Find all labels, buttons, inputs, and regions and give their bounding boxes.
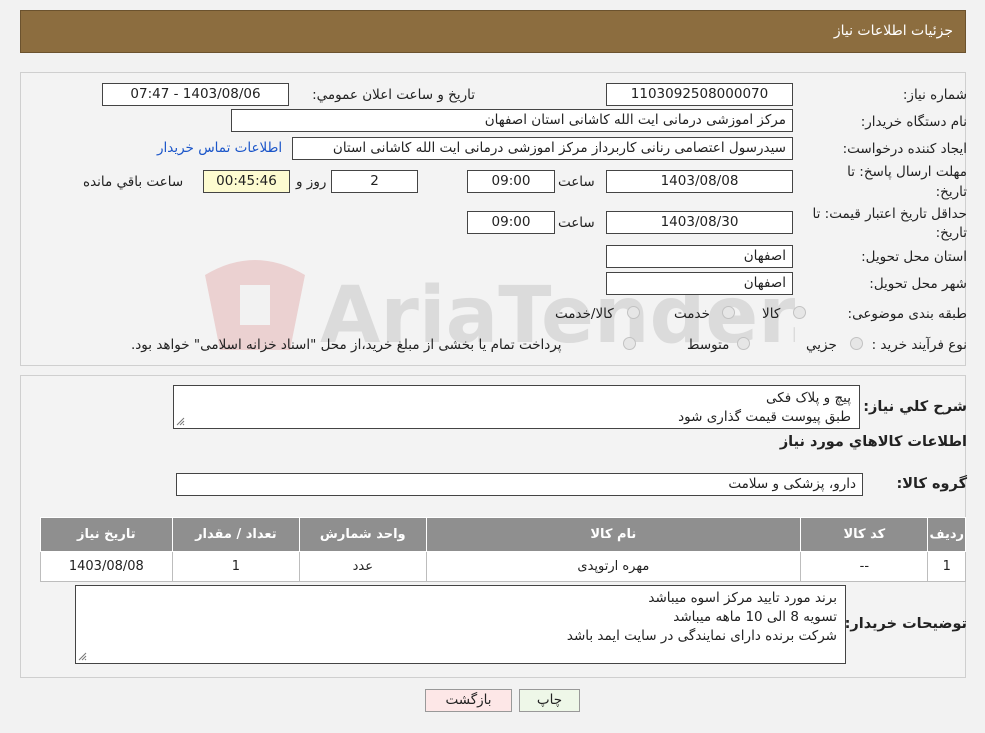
description-textarea[interactable]: پيچ و پلاک فکی طبق پیوست قیمت گذاری شود [173,385,860,429]
price-validity-label-2: تاريخ: [935,225,967,241]
reply-date-field: 1403/08/08 [606,170,793,193]
remaining-time-field: 00:45:46 [203,170,290,193]
goods-group-field: دارو، پزشکی و سلامت [176,473,863,496]
days-field: 2 [331,170,418,193]
resize-grip-icon[interactable] [78,652,87,661]
reply-time-label: ساعت [558,174,595,190]
buyer-notes-line-1: برند مورد تایید مرکز اسوه میباشد [648,590,837,606]
description-label: شرح كلي نياز: [863,399,967,415]
cell-unit: عدد [299,551,427,582]
creator-label: ايجاد کننده درخواست: [842,141,967,157]
price-time-label: ساعت [558,215,595,231]
description-line-1: پيچ و پلاک فکی [766,390,851,406]
reply-deadline-label: مهلت ارسال پاسخ: تا [847,164,967,180]
page-header: جزئیات اطلاعات نیاز [20,10,966,53]
category-radio-service[interactable] [722,306,735,319]
col-header-unit: واحد شمارش [299,517,427,552]
buyer-org-field: مرکز اموزشی درمانی ایت الله کاشانی استان… [231,109,793,132]
price-time-field: 09:00 [467,211,555,234]
treasury-docs-checkbox[interactable] [623,337,636,350]
announce-label: تاریخ و ساعت اعلان عمومي: [312,87,475,103]
days-label: روز و [296,174,327,190]
back-button[interactable]: بازگشت [425,689,512,712]
cell-goods-name: مهره ارتوپدی [425,551,802,582]
reply-time-field: 09:00 [467,170,555,193]
need-number-label: شماره نیاز: [902,87,967,103]
city-label: شهر محل تحويل: [869,276,967,292]
table-row: 1 -- مهره ارتوپدی عدد 1 1403/08/08 [40,551,966,582]
city-field: اصفهان [606,272,793,295]
province-field: اصفهان [606,245,793,268]
category-label: طبقه بندی موضوعی: [847,306,967,322]
category-radio-goods[interactable] [793,306,806,319]
process-label: نوع فرآيند خريد : [871,337,967,353]
creator-field: سیدرسول اعتصامی رنانی کاربرداز مرکز اموز… [292,137,793,160]
process-option-minor: جزيي [806,337,837,353]
col-header-quantity: تعداد / مقدار [171,517,301,552]
goods-group-label: گروه كالا: [896,476,967,492]
cell-row-number: 1 [927,551,966,582]
buyer-notes-line-2: تسویه 8 الی 10 ماهه میباشد [673,609,837,625]
process-note: پرداخت تمام يا بخشی از مبلغ خريد،از محل … [131,337,562,353]
goods-section-title: اطلاعات كالاهاي مورد نياز [779,434,967,450]
category-option-service: خدمت [674,306,710,322]
table-header-row: رديف كد كالا نام كالا واحد شمارش تعداد /… [40,517,966,552]
col-header-goods-name: نام كالا [425,517,802,552]
col-header-need-date: تاريخ نياز [40,517,173,552]
announce-datetime-field: 1403/08/06 - 07:47 [102,83,289,106]
process-radio-minor[interactable] [850,337,863,350]
need-number-field: 1103092508000070 [606,83,793,106]
process-radio-medium[interactable] [737,337,750,350]
buyer-notes-label: توضيحات خريدار: [844,616,967,632]
cell-goods-code: -- [800,551,929,582]
description-line-2: طبق پیوست قیمت گذاری شود [678,409,851,425]
province-label: استان محل تحويل: [861,249,967,265]
goods-table: رديف كد كالا نام كالا واحد شمارش تعداد /… [40,517,966,582]
reply-deadline-label-2: تاريخ: [935,184,967,200]
cell-quantity: 1 [171,551,301,582]
resize-grip-icon[interactable] [176,417,185,426]
buyer-notes-textarea[interactable]: برند مورد تایید مرکز اسوه میباشد تسویه 8… [75,585,846,664]
process-option-medium: متوسط [687,337,730,353]
cell-need-date: 1403/08/08 [40,551,173,582]
page-title: جزئیات اطلاعات نیاز [833,23,953,39]
col-header-row-number: رديف [927,517,966,552]
col-header-goods-code: كد كالا [800,517,929,552]
buyer-org-label: نام دستگاه خريدار: [860,114,967,130]
print-button[interactable]: چاپ [519,689,580,712]
price-date-field: 1403/08/30 [606,211,793,234]
category-option-goods-service: کالا/خدمت [555,306,614,322]
buyer-notes-line-3: شرکت برنده دارای نمایندگی در سایت ایمد ب… [566,628,837,644]
remaining-label: ساعت باقي مانده [83,174,184,190]
category-option-goods: کالا [762,306,781,322]
category-radio-goods-service[interactable] [627,306,640,319]
price-validity-label: حداقل تاريخ اعتبار قيمت: تا [812,206,967,222]
buyer-contact-link[interactable]: اطلاعات تماس خريدار [157,140,282,156]
